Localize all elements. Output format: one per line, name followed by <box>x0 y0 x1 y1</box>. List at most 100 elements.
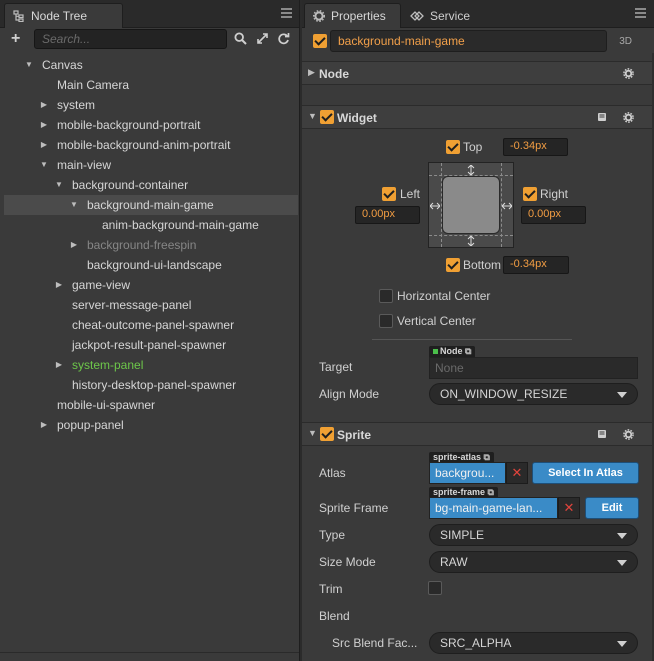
sprite-section-header[interactable]: ▼ Sprite <box>302 422 654 446</box>
widget-enabled-checkbox[interactable] <box>320 110 334 124</box>
tree-node-row[interactable]: ▶ background-freespin <box>4 235 298 255</box>
type-select[interactable]: SIMPLE <box>429 524 638 546</box>
3d-toggle[interactable]: 3D <box>619 36 632 47</box>
tree-node-label: background-main-game <box>87 198 214 212</box>
select-in-atlas-button[interactable]: Select In Atlas <box>532 462 639 484</box>
widget-section-title: Widget <box>337 111 377 125</box>
tree-node-row[interactable]: background-ui-landscape <box>4 255 298 275</box>
align-top-value[interactable]: -0.34px <box>503 138 568 156</box>
sprite-enabled-checkbox[interactable] <box>320 427 334 441</box>
src-blend-select[interactable]: SRC_ALPHA <box>429 632 638 654</box>
collapse-arrow-icon[interactable]: ▼ <box>24 55 34 75</box>
expand-arrow-icon[interactable]: ▶ <box>39 415 49 435</box>
align-top-label: Top <box>463 140 483 154</box>
tree-node-row[interactable]: cheat-outcome-panel-spawner <box>4 315 298 335</box>
clear-atlas-button[interactable]: ✕ <box>506 462 528 484</box>
align-mode-value: ON_WINDOW_RESIZE <box>440 387 568 401</box>
edit-sprite-button[interactable]: Edit <box>585 497 639 519</box>
widget-section-header[interactable]: ▼ Widget <box>302 105 654 129</box>
tree-node-row[interactable]: ▼ main-view <box>4 155 298 175</box>
alignment-preview[interactable] <box>428 162 514 248</box>
atlas-type-label: sprite-atlas <box>433 452 482 462</box>
tree-node-row[interactable]: ▶ system <box>4 95 298 115</box>
trim-checkbox[interactable] <box>428 581 442 595</box>
tree-node-label: mobile-ui-spawner <box>57 398 156 412</box>
expand-arrow-icon[interactable]: ▶ <box>39 115 49 135</box>
add-node-button[interactable]: + <box>11 30 20 48</box>
tree-node-row[interactable]: ▼ background-container <box>4 175 298 195</box>
tree-node-row[interactable]: ▶ game-view <box>4 275 298 295</box>
search-icon[interactable] <box>234 32 247 45</box>
panel-menu-icon[interactable] <box>281 8 292 18</box>
refresh-icon[interactable] <box>277 32 290 45</box>
collapse-all-icon[interactable] <box>256 32 269 45</box>
tree-node-label: server-message-panel <box>72 298 192 312</box>
collapse-arrow-icon[interactable]: ▼ <box>69 195 79 215</box>
align-bottom-checkbox[interactable] <box>446 258 460 272</box>
tree-node-row[interactable]: anim-background-main-game <box>4 215 298 235</box>
src-blend-value: SRC_ALPHA <box>440 636 512 650</box>
expand-arrow-icon[interactable]: ▶ <box>39 95 49 115</box>
tree-node-row[interactable]: ▶ mobile-background-portrait <box>4 115 298 135</box>
tree-node-row[interactable]: history-desktop-panel-spawner <box>4 375 298 395</box>
tree-node-row[interactable]: ▶ popup-panel <box>4 415 298 435</box>
align-right-value[interactable]: 0.00px <box>521 206 586 224</box>
align-left-value[interactable]: 0.00px <box>355 206 420 224</box>
arrow-vertical-icon <box>467 236 475 246</box>
expand-arrow-icon[interactable]: ▶ <box>69 235 79 255</box>
target-label: Target <box>319 360 353 374</box>
panel-menu-icon[interactable] <box>635 8 646 18</box>
align-left-checkbox[interactable] <box>382 187 396 201</box>
expand-arrow-icon[interactable]: ▶ <box>39 135 49 155</box>
help-book-icon[interactable] <box>597 429 607 439</box>
tree-node-row[interactable]: ▼ background-main-game <box>4 195 298 215</box>
tree-node-label: popup-panel <box>57 418 124 432</box>
target-field[interactable]: None <box>429 357 638 379</box>
tab-service-label: Service <box>430 8 471 23</box>
type-label: Type <box>319 528 346 542</box>
tree-node-row[interactable]: ▼ Canvas <box>4 55 298 75</box>
gear-icon[interactable] <box>623 429 634 440</box>
gear-icon[interactable] <box>623 112 634 123</box>
node-active-checkbox[interactable] <box>313 34 327 48</box>
expand-arrow-icon[interactable]: ▶ <box>54 275 64 295</box>
node-tree-panel: Node Tree + Search... ▼ Canvas Main Camera… <box>0 0 300 661</box>
node-tree-toolbar: + Search... <box>0 28 299 52</box>
tree-node-row[interactable]: ▶ system-panel <box>4 355 298 375</box>
tab-service[interactable]: Service <box>402 3 492 28</box>
tab-properties[interactable]: Properties <box>304 3 401 28</box>
tree-node-row[interactable]: jackpot-result-panel-spawner <box>4 335 298 355</box>
help-book-icon[interactable] <box>597 112 607 122</box>
horizontal-center-checkbox[interactable] <box>379 289 393 303</box>
align-top-checkbox[interactable] <box>446 140 460 154</box>
link-icon: ⧉ <box>487 487 494 497</box>
gear-icon[interactable] <box>623 68 634 79</box>
collapse-arrow-icon[interactable]: ▼ <box>39 155 49 175</box>
align-mode-select[interactable]: ON_WINDOW_RESIZE <box>429 383 638 405</box>
clear-sprite-frame-button[interactable]: ✕ <box>558 497 580 519</box>
node-name-field[interactable]: background-main-game <box>330 30 607 52</box>
atlas-field[interactable]: backgrou... <box>429 462 506 484</box>
tab-node-tree[interactable]: Node Tree <box>4 3 123 28</box>
link-icon: ⧉ <box>483 452 490 462</box>
align-bottom-value[interactable]: -0.34px <box>503 256 569 274</box>
properties-tabbar: Properties Service <box>302 0 654 28</box>
chevron-down-icon <box>617 641 627 647</box>
tree-node-row[interactable]: server-message-panel <box>4 295 298 315</box>
node-section-header[interactable]: ▶ Node <box>302 61 654 85</box>
size-mode-select[interactable]: RAW <box>429 551 638 573</box>
size-mode-label: Size Mode <box>319 555 376 569</box>
tree-node-row[interactable]: ▶ mobile-background-anim-portrait <box>4 135 298 155</box>
tree-node-label: background-freespin <box>87 238 197 252</box>
sprite-frame-field[interactable]: bg-main-game-lan... <box>429 497 558 519</box>
vertical-center-checkbox[interactable] <box>379 314 393 328</box>
node-search-input[interactable]: Search... <box>34 29 227 49</box>
tree-node-row[interactable]: mobile-ui-spawner <box>4 395 298 415</box>
chevron-down-icon <box>617 533 627 539</box>
collapse-arrow-icon[interactable]: ▼ <box>54 175 64 195</box>
align-right-checkbox[interactable] <box>523 187 537 201</box>
type-value: SIMPLE <box>440 528 485 542</box>
alignment-node-rect <box>442 176 500 234</box>
expand-arrow-icon[interactable]: ▶ <box>54 355 64 375</box>
tree-node-row[interactable]: Main Camera <box>4 75 298 95</box>
